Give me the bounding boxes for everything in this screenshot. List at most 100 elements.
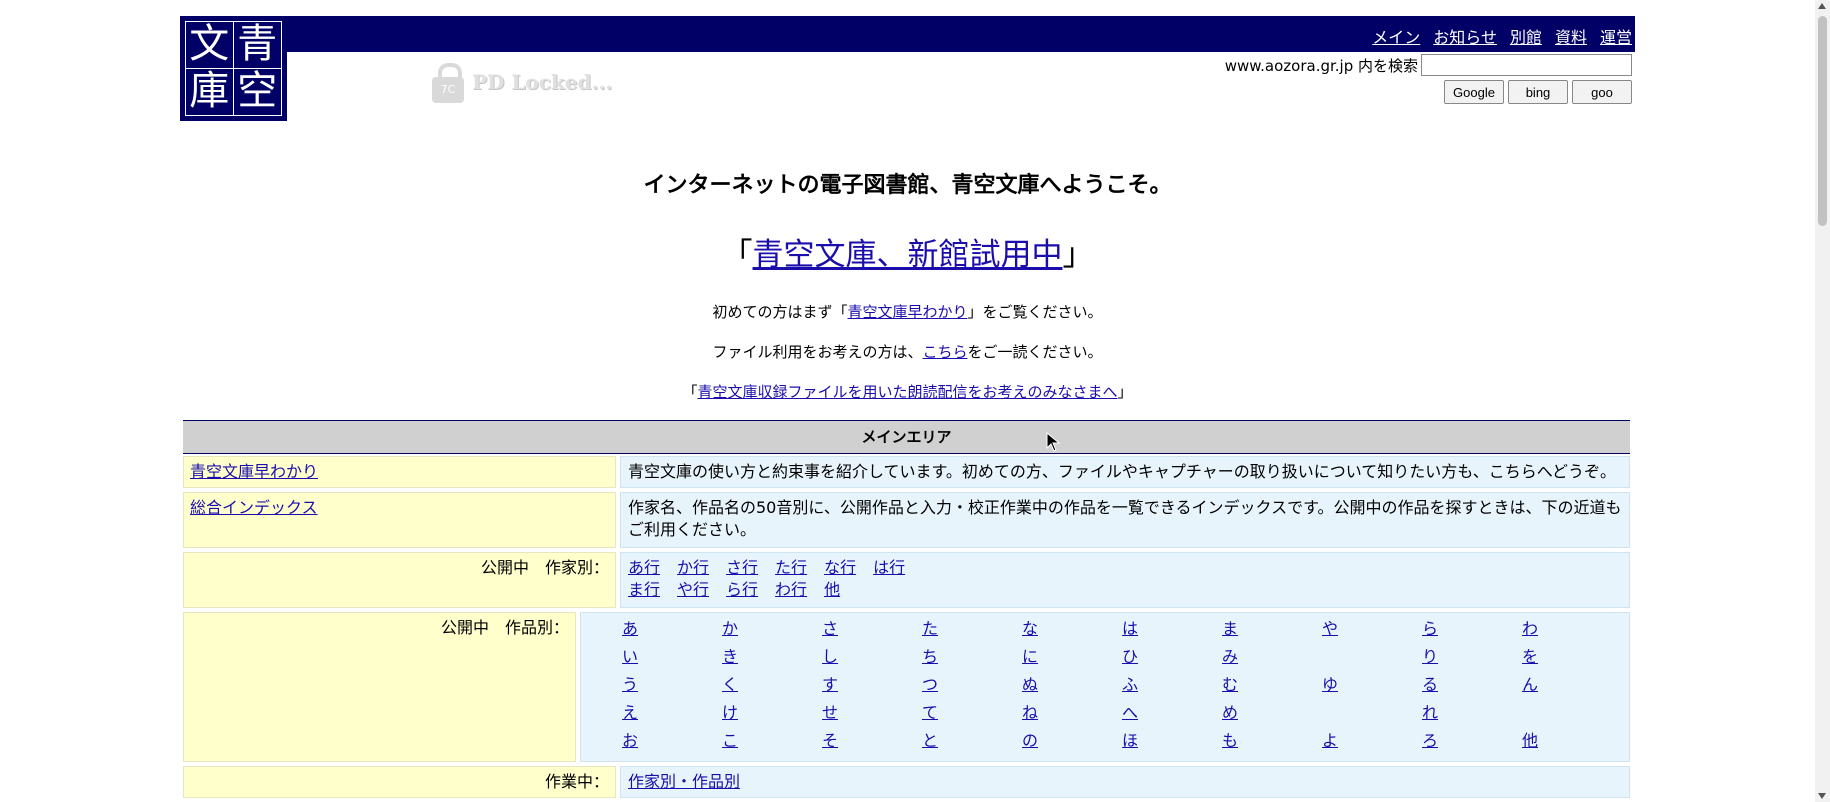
- title-index-link[interactable]: を: [1522, 647, 1538, 666]
- kana-cell: ひ: [1122, 643, 1222, 671]
- feature-link[interactable]: 青空文庫、新館試用中: [753, 237, 1063, 273]
- pd-locked-text: PD Locked...: [472, 70, 613, 94]
- title-index-link[interactable]: え: [622, 703, 638, 722]
- kana-cell: や: [1322, 615, 1422, 643]
- author-index-link[interactable]: ま行: [628, 580, 660, 599]
- nav-main[interactable]: メイン: [1372, 28, 1420, 47]
- author-index-link[interactable]: は行: [873, 558, 905, 577]
- title-index-link[interactable]: て: [922, 703, 938, 722]
- title-index-link[interactable]: や: [1322, 619, 1338, 638]
- scroll-down-icon[interactable]: [1818, 793, 1826, 799]
- title-index-link[interactable]: ろ: [1422, 731, 1438, 750]
- kana-cell: も: [1222, 727, 1322, 755]
- nav-annex[interactable]: 別館: [1510, 28, 1542, 47]
- title-index-link[interactable]: 他: [1522, 731, 1538, 750]
- title-index-link[interactable]: つ: [922, 675, 938, 694]
- author-index-link[interactable]: か行: [677, 558, 709, 577]
- title-index-link[interactable]: ぬ: [1022, 675, 1038, 694]
- title-index-link[interactable]: ま: [1222, 619, 1238, 638]
- title-index-link[interactable]: む: [1222, 675, 1238, 694]
- scroll-up-icon[interactable]: [1818, 3, 1826, 9]
- title-index-link[interactable]: よ: [1322, 731, 1338, 750]
- row-label-cell: 青空文庫早わかり: [183, 456, 616, 488]
- title-index-link[interactable]: も: [1222, 731, 1238, 750]
- title-index-link[interactable]: わ: [1522, 619, 1538, 638]
- author-index-link[interactable]: さ行: [726, 558, 758, 577]
- row-description: 青空文庫の使い方と約束事を紹介しています。初めての方、ファイルやキャプチャーの取…: [620, 456, 1630, 488]
- title-index-link[interactable]: に: [1022, 647, 1038, 666]
- title-index-link[interactable]: る: [1422, 675, 1438, 694]
- feature-bracket-open: 「: [721, 237, 753, 273]
- title-index-link[interactable]: ふ: [1122, 675, 1138, 694]
- scrollbar-thumb[interactable]: [1818, 16, 1827, 226]
- feature-bracket-close: 」: [1062, 237, 1094, 273]
- kana-cell: れ: [1422, 699, 1522, 727]
- kana-cell: ね: [1022, 699, 1122, 727]
- title-index-link[interactable]: そ: [822, 731, 838, 750]
- site-header: 文 青 庫 空 メイン お知らせ 別館 資料 運営 7C PD Locked... ww…: [180, 16, 1635, 121]
- title-index-link[interactable]: こ: [722, 731, 738, 750]
- nav-operations[interactable]: 運営: [1600, 28, 1632, 47]
- title-index-link[interactable]: ゆ: [1322, 675, 1338, 694]
- aozora-logo[interactable]: 文 青 庫 空: [180, 16, 287, 121]
- title-index-link[interactable]: り: [1422, 647, 1438, 666]
- author-index-link[interactable]: あ行: [628, 558, 660, 577]
- title-index-link[interactable]: な: [1022, 619, 1038, 638]
- search-input[interactable]: [1421, 54, 1632, 76]
- title-index-link[interactable]: う: [622, 675, 638, 694]
- author-index-link[interactable]: ら行: [726, 580, 758, 599]
- author-index-link[interactable]: や行: [677, 580, 709, 599]
- title-index-link[interactable]: く: [722, 675, 738, 694]
- title-index-link[interactable]: お: [622, 731, 638, 750]
- title-index-link[interactable]: へ: [1122, 703, 1138, 722]
- title-index-link[interactable]: れ: [1422, 703, 1438, 722]
- vertical-scrollbar[interactable]: [1815, 0, 1830, 802]
- title-index-link[interactable]: け: [722, 703, 738, 722]
- title-index-link[interactable]: さ: [822, 619, 838, 638]
- file-usage-text: をご一読ください。: [967, 343, 1103, 361]
- reading-broadcast-link[interactable]: 青空文庫収録ファイルを用いた朗読配信をお考えのみなさまへ: [697, 383, 1117, 401]
- kana-cell: に: [1022, 643, 1122, 671]
- author-index-link[interactable]: た行: [775, 558, 807, 577]
- quick-guide-row-link[interactable]: 青空文庫早わかり: [190, 462, 318, 481]
- title-index-link[interactable]: め: [1222, 703, 1238, 722]
- title-index-link[interactable]: き: [722, 647, 738, 666]
- pd-locked-badge[interactable]: 7C PD Locked...: [432, 58, 612, 106]
- title-index-link[interactable]: ひ: [1122, 647, 1138, 666]
- nav-news[interactable]: お知らせ: [1433, 28, 1497, 47]
- title-index-link[interactable]: ら: [1422, 619, 1438, 638]
- title-index-link[interactable]: み: [1222, 647, 1238, 666]
- title-index-link[interactable]: あ: [622, 619, 638, 638]
- title-index-link[interactable]: ち: [922, 647, 938, 666]
- kana-cell: た: [922, 615, 1022, 643]
- goo-search-button[interactable]: goo: [1572, 80, 1632, 104]
- kana-cell: え: [622, 699, 722, 727]
- file-usage-text: ファイル利用をお考えの方は、: [712, 343, 923, 361]
- title-index-link[interactable]: い: [622, 647, 638, 666]
- general-index-link[interactable]: 総合インデックス: [190, 498, 318, 517]
- title-index-link[interactable]: ほ: [1122, 731, 1138, 750]
- author-index-link[interactable]: わ行: [775, 580, 807, 599]
- google-search-button[interactable]: Google: [1444, 80, 1504, 104]
- title-index-link[interactable]: の: [1022, 731, 1038, 750]
- bing-search-button[interactable]: bing: [1508, 80, 1568, 104]
- title-index-link[interactable]: す: [822, 675, 838, 694]
- title-index-link[interactable]: ん: [1522, 675, 1538, 694]
- title-index-link[interactable]: た: [922, 619, 938, 638]
- title-index-link[interactable]: せ: [822, 703, 838, 722]
- table-row: 青空文庫早わかり 青空文庫の使い方と約束事を紹介しています。初めての方、ファイル…: [183, 456, 1630, 488]
- kana-cell: ま: [1222, 615, 1322, 643]
- title-index-link[interactable]: は: [1122, 619, 1138, 638]
- title-index-link[interactable]: ね: [1022, 703, 1038, 722]
- file-usage-link[interactable]: こちら: [922, 343, 967, 361]
- author-index-link[interactable]: な行: [824, 558, 856, 577]
- quick-guide-link[interactable]: 青空文庫早わかり: [847, 303, 967, 321]
- title-index-link[interactable]: し: [822, 647, 838, 666]
- by-title-label: 公開中 作品別：: [183, 612, 576, 762]
- in-progress-link[interactable]: 作家別・作品別: [628, 772, 740, 791]
- title-index-link[interactable]: と: [922, 731, 938, 750]
- kana-cell: [1322, 699, 1422, 727]
- author-index-link[interactable]: 他: [824, 580, 840, 599]
- nav-resources[interactable]: 資料: [1555, 28, 1587, 47]
- title-index-link[interactable]: か: [722, 619, 738, 638]
